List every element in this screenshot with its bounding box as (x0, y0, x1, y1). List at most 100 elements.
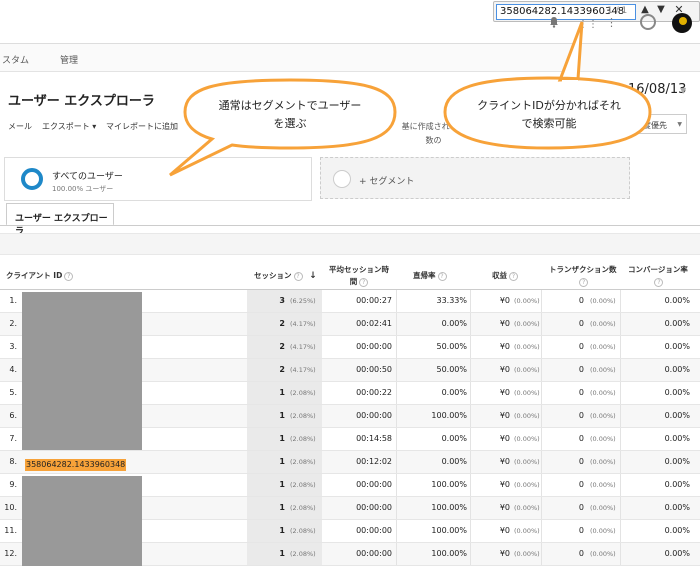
conversion-rate-value: 0.00% (664, 526, 690, 535)
column-header-avg-duration[interactable]: 平均セッション時 間? (329, 264, 389, 288)
help-icon[interactable]: ? (579, 277, 589, 287)
revenue-percent: (0.00%) (514, 550, 540, 558)
sessions-value: 1 (279, 434, 285, 443)
column-divider (541, 497, 542, 519)
row-rank: 6. (9, 411, 17, 420)
help-icon[interactable]: ? (509, 271, 518, 281)
transactions-percent: (0.00%) (590, 297, 616, 305)
sessions-value: 1 (279, 480, 285, 489)
bounce-rate-value: 0.00% (441, 319, 467, 328)
account-icon[interactable] (640, 14, 656, 30)
bounce-rate-value: 100.00% (431, 503, 467, 512)
help-icon[interactable]: ? (64, 271, 74, 281)
bell-icon[interactable] (548, 16, 560, 28)
column-divider (470, 290, 471, 312)
revenue-percent: (0.00%) (514, 343, 540, 351)
row-rank: 11. (4, 526, 17, 535)
add-segment-button[interactable]: + セグメント (320, 157, 630, 199)
more-options-icon[interactable]: ⋮ (606, 16, 617, 29)
column-header-sessions-label: セッション (254, 271, 292, 280)
row-rank: 8. (9, 457, 17, 466)
row-rank: 7. (9, 434, 17, 443)
revenue-value: ¥0 (499, 457, 510, 466)
revenue-percent: (0.00%) (514, 412, 540, 420)
segment-all-users[interactable]: すべてのユーザー 100.00% ユーザー (4, 157, 312, 201)
help-icon[interactable]: ? (654, 277, 664, 287)
nav-item-admin[interactable]: 管理 (60, 53, 78, 66)
priority-select-label: 度優先 (643, 121, 667, 130)
avatar[interactable] (672, 13, 692, 33)
row-rank: 12. (4, 549, 17, 558)
column-header-transactions-label: トランザクション数 (549, 265, 617, 274)
column-divider (541, 451, 542, 473)
column-header-client-id[interactable]: クライアント ID? (6, 270, 74, 281)
revenue-value: ¥0 (499, 549, 510, 558)
sessions-value: 2 (279, 342, 285, 351)
sessions-percent: (2.08%) (290, 435, 316, 443)
chevron-down-icon: ▼ (677, 121, 682, 128)
column-header-revenue[interactable]: 収益? (492, 270, 518, 281)
sort-descending-icon[interactable]: ↓ (309, 271, 317, 281)
find-next-button[interactable]: ▼ (654, 3, 668, 17)
transactions-percent: (0.00%) (590, 412, 616, 420)
column-header-conversion[interactable]: コンバージョン率 ? (628, 264, 688, 288)
transactions-value: 0 (578, 411, 584, 420)
revenue-percent: (0.00%) (514, 504, 540, 512)
column-divider (470, 428, 471, 450)
page-title: ユーザー エクスプローラ (8, 94, 155, 109)
column-header-bounce-rate[interactable]: 直帰率? (413, 270, 447, 281)
help-icon[interactable]: ? (359, 277, 369, 287)
conversion-rate-value: 0.00% (664, 296, 690, 305)
apps-icon[interactable]: ⋮⋮ (578, 19, 598, 30)
revenue-value: ¥0 (499, 434, 510, 443)
transactions-value: 0 (578, 388, 584, 397)
callout-left-line2: を選ぶ (273, 117, 307, 130)
revenue-value: ¥0 (499, 365, 510, 374)
tab-user-explorer[interactable]: ユーザー エクスプローラ (6, 203, 114, 237)
revenue-value: ¥0 (499, 319, 510, 328)
revenue-value: ¥0 (499, 526, 510, 535)
add-to-my-report-button[interactable]: マイレポートに追加 (106, 121, 178, 132)
help-icon[interactable]: ? (437, 271, 447, 281)
column-header-transactions[interactable]: トランザクション数 ? (549, 264, 617, 288)
column-header-sessions[interactable]: セッション? ↓ (254, 270, 317, 281)
callout-right-line2: で検索可能 (521, 117, 577, 130)
sessions-value: 2 (279, 365, 285, 374)
bounce-rate-value: 100.00% (431, 480, 467, 489)
email-button[interactable]: メール (8, 121, 32, 132)
nav-item-custom[interactable]: スタム (2, 53, 29, 66)
sessions-percent: (2.08%) (290, 550, 316, 558)
column-divider (541, 428, 542, 450)
transactions-value: 0 (578, 365, 584, 374)
callout-left-line1: 通常はセグメントでユーザー (218, 99, 362, 112)
revenue-percent: (0.00%) (514, 366, 540, 374)
column-divider (470, 313, 471, 335)
column-divider (620, 520, 621, 542)
column-divider (620, 474, 621, 496)
transactions-value: 0 (578, 434, 584, 443)
column-divider (470, 336, 471, 358)
column-divider (620, 543, 621, 565)
column-header-revenue-label: 収益 (492, 271, 507, 280)
chevron-down-icon[interactable]: ▼ (680, 86, 686, 95)
column-divider (541, 313, 542, 335)
column-divider (620, 290, 621, 312)
column-divider (470, 451, 471, 473)
avg-duration-value: 00:00:00 (356, 526, 392, 535)
export-button[interactable]: エクスポート ▾ (42, 121, 96, 132)
column-header-avg-duration-line1: 平均セッション時 (329, 265, 389, 274)
avg-duration-value: 00:00:22 (356, 388, 392, 397)
bounce-rate-value: 50.00% (436, 342, 467, 351)
tab-divider (0, 225, 700, 226)
avg-duration-value: 00:14:58 (356, 434, 392, 443)
table-controls-band (0, 233, 700, 255)
sessions-percent: (2.08%) (290, 481, 316, 489)
sessions-value: 1 (279, 388, 285, 397)
segment-placeholder-icon (333, 170, 351, 188)
date-range-picker[interactable]: 16/08/13 (628, 82, 686, 97)
segment-title: すべてのユーザー (52, 172, 123, 182)
highlighted-client-id[interactable]: 358064282.1433960348 (25, 459, 127, 471)
avg-duration-value: 00:00:00 (356, 480, 392, 489)
sessions-percent: (6.25%) (290, 297, 316, 305)
help-icon[interactable]: ? (293, 271, 303, 281)
